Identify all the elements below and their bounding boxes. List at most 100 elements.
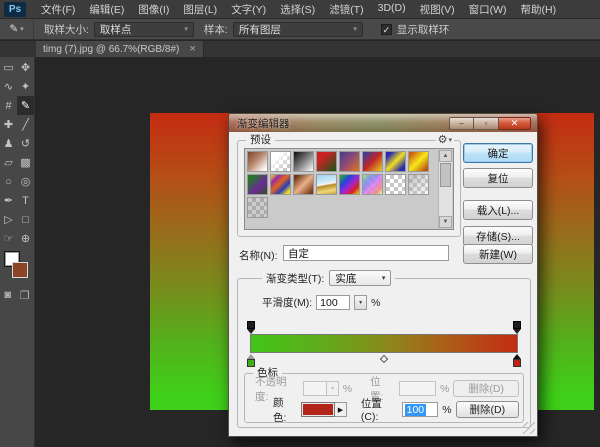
rectangular-marquee-tool[interactable]: ▭ [0,58,17,77]
opacity-stop-left[interactable] [246,321,256,334]
menu-item[interactable]: 图层(L) [176,2,224,17]
color-stop-left[interactable] [246,354,256,367]
gradient-tool[interactable]: ▩ [17,153,34,172]
healing-brush-tool[interactable]: ✚ [0,115,17,134]
preset-black-white[interactable] [293,151,314,172]
background-color-swatch[interactable] [12,262,28,278]
preset-copper[interactable] [293,174,314,195]
resize-grip[interactable] [523,422,535,434]
eraser-tool[interactable]: ▱ [0,153,17,172]
preset-gray-transparent[interactable] [247,197,268,218]
close-icon[interactable]: × [189,44,195,54]
gradient-type-value: 实底 [335,271,356,286]
load-button[interactable]: 载入(L)... [463,200,533,220]
document-tab-bar: timg (7).jpg @ 66.7%(RGB/8#) × [0,41,600,57]
active-tool-slot[interactable]: ✎ ▾ [0,19,34,39]
preset-chrome[interactable] [316,174,337,195]
opacity-stop-right[interactable] [512,321,522,334]
preset-neutral-fade[interactable] [408,174,429,195]
menu-item[interactable]: 编辑(E) [82,2,131,17]
smoothness-input[interactable]: 100 [316,295,350,310]
document-tab[interactable]: timg (7).jpg @ 66.7%(RGB/8#) × [36,41,204,57]
scrollbar-thumb[interactable] [440,163,451,187]
presets-panel: ▲ ▼ [244,148,454,230]
menu-items-container: 文件(F)编辑(E)图像(I)图层(L)文字(Y)选择(S)滤镜(T)3D(D)… [34,2,563,17]
path-selection-tool[interactable]: ▷ [0,210,17,229]
hand-tool[interactable]: ☞ [0,229,17,248]
quick-selection-tool[interactable]: ✦ [17,77,34,96]
gradient-type-dropdown[interactable]: 实底 ▾ [329,270,391,286]
name-input[interactable]: 自定 [283,245,449,261]
gradient-midpoint-marker[interactable] [380,355,388,363]
move-tool[interactable]: ✥ [17,58,34,77]
stops-group: 色标 不透明度: ▾ % 位置: % 删除(D) 颜色: ▶ [244,373,524,423]
clone-stamp-tool[interactable]: ♟ [0,134,17,153]
show-ring-checkbox[interactable]: ✓ [381,24,392,35]
color-position-unit: % [442,404,451,416]
menu-item[interactable]: 文件(F) [34,2,82,17]
new-button[interactable]: 新建(W) [463,244,533,264]
scroll-down-icon[interactable]: ▼ [439,216,452,228]
preset-rainbow[interactable] [339,174,360,195]
preset-orange-yellow-orange[interactable] [408,151,429,172]
blur-tool[interactable]: ○ [0,172,17,191]
smoothness-slider-button[interactable]: ▾ [354,295,367,310]
scroll-up-icon[interactable]: ▲ [439,150,452,162]
menu-item[interactable]: 图像(I) [131,2,176,17]
eyedropper-tool[interactable]: ✎ [17,96,34,115]
preset-transparent[interactable] [385,174,406,195]
dodge-tool[interactable]: ◎ [17,172,34,191]
sample-size-dropdown[interactable]: 取样点 ▾ [94,22,194,37]
menu-item[interactable]: 滤镜(T) [322,2,370,17]
crop-tool[interactable]: # [0,96,17,115]
brush-tool[interactable]: ╱ [17,115,34,134]
color-position-label: 位置(C): [361,396,396,423]
delete-color-stop-button[interactable]: 删除(D) [456,401,519,418]
menu-item[interactable]: 窗口(W) [462,2,514,17]
sample-dropdown[interactable]: 所有图层 ▾ [233,22,363,37]
preset-foreground-to-background[interactable] [247,151,268,172]
preset-blue-yellow-blue[interactable] [385,151,406,172]
delete-opacity-stop-button: 删除(D) [453,380,519,397]
maximize-button[interactable]: ▫ [474,117,499,130]
quick-mask-icon[interactable]: ◙ [4,289,11,302]
preset-violet-orange[interactable] [339,151,360,172]
gradient-type-label: 渐变类型(T): [266,271,324,286]
dialog-titlebar[interactable]: 渐变编辑器 – ▫ ✕ [228,113,538,132]
save-button[interactable]: 存储(S)... [463,226,533,246]
lasso-tool[interactable]: ∿ [0,77,17,96]
pen-tool[interactable]: ✒ [0,191,17,210]
menu-item[interactable]: 选择(S) [273,2,322,17]
color-flyout-icon[interactable]: ▶ [335,402,347,417]
presets-menu-button[interactable]: ⚙ ▾ [436,133,454,146]
menu-item[interactable]: 文字(Y) [224,2,273,17]
menu-item[interactable]: 视图(V) [413,2,462,17]
shape-tool[interactable]: □ [17,210,34,229]
document-tab-title: timg (7).jpg @ 66.7%(RGB/8#) [43,44,179,55]
color-position-input[interactable]: 100 [402,402,439,417]
stop-color-swatch[interactable] [301,402,335,417]
options-bar: ✎ ▾ 取样大小: 取样点 ▾ 样本: 所有图层 ▾ ✓ 显示取样环 [0,19,600,40]
zoom-tool[interactable]: ⊕ [17,229,34,248]
gradient-preview-bar[interactable] [250,334,518,353]
presets-scrollbar[interactable]: ▲ ▼ [438,150,452,228]
preset-red-green[interactable] [316,151,337,172]
menu-item[interactable]: 3D(D) [371,2,413,17]
reset-button[interactable]: 复位 [463,168,533,188]
preset-swatches [246,150,438,219]
preset-spectrum-stripes[interactable] [270,174,291,195]
type-tool[interactable]: T [17,191,34,210]
history-brush-tool[interactable]: ↺ [17,134,34,153]
close-button[interactable]: ✕ [499,117,531,130]
preset-blue-red-yellow[interactable] [362,151,383,172]
gradient-preview-area [246,321,522,371]
preset-foreground-to-transparent[interactable] [270,151,291,172]
preset-transparent-rainbow[interactable] [362,174,383,195]
color-stop-right[interactable] [512,354,522,367]
screen-mode-icon[interactable]: ❐ [20,289,30,302]
sample-value: 所有图层 [239,22,281,37]
ok-button[interactable]: 确定 [463,143,533,163]
minimize-button[interactable]: – [449,117,474,130]
menu-item[interactable]: 帮助(H) [514,2,564,17]
preset-green-purple[interactable] [247,174,268,195]
